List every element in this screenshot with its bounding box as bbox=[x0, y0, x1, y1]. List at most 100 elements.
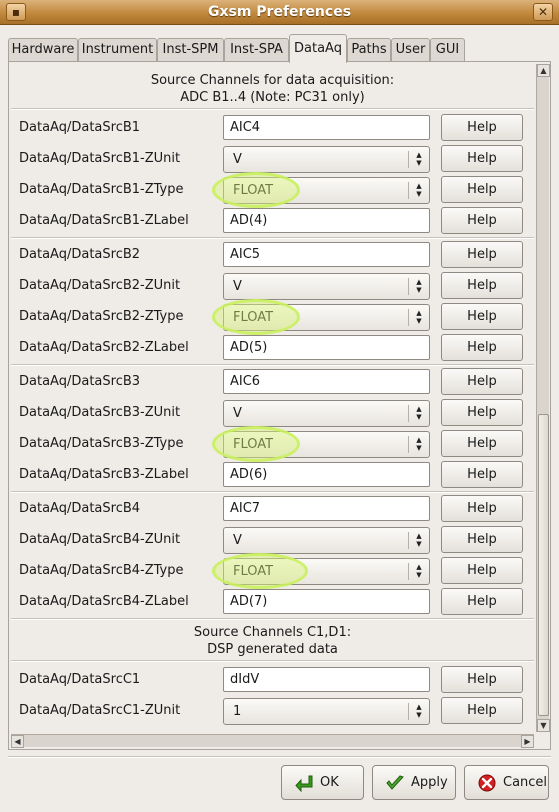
help-button[interactable]: Help bbox=[441, 207, 523, 234]
datasrcb1-ztype-combo[interactable]: FLOAT ▲ ▼ bbox=[223, 177, 430, 204]
updown-icon: ▲ ▼ bbox=[416, 703, 422, 719]
help-button[interactable]: Help bbox=[441, 526, 523, 553]
combo-value: FLOAT bbox=[233, 310, 274, 325]
dataaq-page: Source Channels for data acquisition: AD… bbox=[8, 61, 551, 750]
help-button[interactable]: Help bbox=[441, 241, 523, 268]
divider bbox=[408, 182, 409, 199]
help-button[interactable]: Help bbox=[441, 461, 523, 488]
pref-label: DataAq/DataSrcC1-ZUnit bbox=[19, 703, 181, 718]
divider bbox=[408, 563, 409, 580]
combo-value: V bbox=[233, 152, 242, 167]
tab-dataaq[interactable]: DataAq bbox=[289, 34, 347, 63]
help-button[interactable]: Help bbox=[441, 145, 523, 172]
datasrcb1-input[interactable]: AIC4 bbox=[223, 115, 430, 140]
datasrcb4-zlabel-input[interactable]: AD(7) bbox=[223, 589, 430, 614]
help-button[interactable]: Help bbox=[441, 666, 523, 693]
pref-label: DataAq/DataSrcB3-ZUnit bbox=[19, 405, 181, 420]
help-button[interactable]: Help bbox=[441, 495, 523, 522]
tab-user[interactable]: User bbox=[391, 38, 430, 62]
scroll-down-button[interactable]: ▼ bbox=[537, 719, 550, 732]
tab-inst-spm[interactable]: Inst-SPM bbox=[157, 38, 224, 62]
enter-arrow-icon bbox=[295, 775, 313, 792]
help-button[interactable]: Help bbox=[441, 399, 523, 426]
updown-icon: ▲ ▼ bbox=[416, 563, 422, 579]
help-button[interactable]: Help bbox=[441, 557, 523, 584]
pref-label: DataAq/DataSrcB2-ZLabel bbox=[19, 340, 189, 355]
scroll-left-button[interactable]: ◀ bbox=[11, 735, 24, 748]
arrow-down-icon: ▼ bbox=[540, 721, 547, 730]
datasrcb2-ztype-combo[interactable]: FLOAT ▲ ▼ bbox=[223, 304, 430, 331]
divider bbox=[408, 151, 409, 168]
pref-row-datasrcb1-ztype: DataAq/DataSrcB1-ZType FLOAT ▲ ▼ Help bbox=[11, 172, 534, 208]
cancel-button[interactable]: Cancel bbox=[464, 765, 549, 800]
updown-icon: ▲ ▼ bbox=[416, 182, 422, 198]
arrow-left-icon: ◀ bbox=[14, 737, 21, 746]
combo-value: FLOAT bbox=[233, 564, 274, 579]
pref-label: DataAq/DataSrcB1-ZType bbox=[19, 182, 184, 197]
help-button[interactable]: Help bbox=[441, 368, 523, 395]
tab-inst-spa[interactable]: Inst-SPA bbox=[224, 38, 289, 62]
help-button[interactable]: Help bbox=[441, 303, 523, 330]
divider bbox=[11, 618, 534, 620]
pref-label: DataAq/DataSrcB1 bbox=[19, 120, 141, 135]
arrow-right-icon: ▶ bbox=[524, 737, 531, 746]
updown-icon: ▲ ▼ bbox=[416, 436, 422, 452]
combo-value: V bbox=[233, 279, 242, 294]
divider bbox=[408, 532, 409, 549]
close-window-button[interactable]: ✕ bbox=[533, 3, 553, 21]
datasrcc1-zunit-combo[interactable]: 1 ▲ ▼ bbox=[223, 698, 430, 725]
datasrcb2-input[interactable]: AIC5 bbox=[223, 242, 430, 267]
pref-row-datasrcb1-zunit: DataAq/DataSrcB1-ZUnit V ▲ ▼ Help bbox=[11, 144, 534, 175]
datasrcb3-input[interactable]: AIC6 bbox=[223, 369, 430, 394]
ok-label: OK bbox=[320, 775, 339, 790]
help-button[interactable]: Help bbox=[441, 430, 523, 457]
pref-label: DataAq/DataSrcB2-ZType bbox=[19, 309, 184, 324]
datasrcb4-input[interactable]: AIC7 bbox=[223, 496, 430, 521]
tab-gui[interactable]: GUI bbox=[430, 38, 465, 62]
tab-hardware[interactable]: Hardware bbox=[8, 38, 78, 62]
updown-icon: ▲ ▼ bbox=[416, 405, 422, 421]
datasrcb2-zunit-combo[interactable]: V ▲ ▼ bbox=[223, 273, 430, 300]
datasrcb3-zunit-combo[interactable]: V ▲ ▼ bbox=[223, 400, 430, 427]
pref-row-datasrcb1-zlabel: DataAq/DataSrcB1-ZLabel AD(4) Help bbox=[11, 206, 534, 237]
section-header-line: Source Channels C1,D1: bbox=[193, 625, 352, 640]
pref-label: DataAq/DataSrcB1-ZLabel bbox=[19, 213, 189, 228]
help-button[interactable]: Help bbox=[441, 588, 523, 615]
pref-row-datasrcb2-zunit: DataAq/DataSrcB2-ZUnit V ▲ ▼ Help bbox=[11, 271, 534, 302]
vertical-scrollbar[interactable]: ▲ ▼ bbox=[536, 64, 550, 732]
scroll-thumb[interactable] bbox=[538, 414, 549, 716]
title-bar: ▪ Gxsm Preferences ✕ bbox=[0, 0, 559, 25]
arrow-up-icon: ▲ bbox=[540, 66, 547, 75]
help-button[interactable]: Help bbox=[441, 334, 523, 361]
tab-instrument[interactable]: Instrument bbox=[78, 38, 157, 62]
horizontal-scrollbar[interactable]: ◀ ▶ bbox=[11, 734, 534, 748]
combo-value: FLOAT bbox=[233, 437, 274, 452]
pref-label: DataAq/DataSrcB4 bbox=[19, 501, 141, 516]
scroll-right-button[interactable]: ▶ bbox=[521, 735, 534, 748]
pref-row-datasrcb3-ztype: DataAq/DataSrcB3-ZType FLOAT ▲ ▼ Help bbox=[11, 426, 534, 462]
datasrcb3-zlabel-input[interactable]: AD(6) bbox=[223, 462, 430, 487]
datasrcb3-ztype-combo[interactable]: FLOAT ▲ ▼ bbox=[223, 431, 430, 458]
scroll-up-button[interactable]: ▲ bbox=[537, 64, 550, 77]
pref-label: DataAq/DataSrcB4-ZUnit bbox=[19, 532, 181, 547]
ok-button[interactable]: OK bbox=[281, 765, 364, 800]
help-button[interactable]: Help bbox=[441, 272, 523, 299]
section-header-line: ADC B1..4 (Note: PC31 only) bbox=[180, 90, 365, 105]
divider bbox=[11, 108, 534, 110]
help-button[interactable]: Help bbox=[441, 697, 523, 724]
help-button[interactable]: Help bbox=[441, 176, 523, 203]
apply-button[interactable]: Apply bbox=[372, 765, 456, 800]
datasrcb2-zlabel-input[interactable]: AD(5) bbox=[223, 335, 430, 360]
datasrcc1-input[interactable]: dIdV bbox=[223, 667, 430, 692]
checkmark-icon bbox=[386, 775, 404, 790]
combo-value: V bbox=[233, 406, 242, 421]
help-button[interactable]: Help bbox=[441, 114, 523, 141]
pref-row-datasrcb1: DataAq/DataSrcB1 AIC4 Help bbox=[11, 113, 534, 144]
datasrcb4-ztype-combo[interactable]: FLOAT ▲ ▼ bbox=[223, 558, 430, 585]
pref-row-datasrcb4-zlabel: DataAq/DataSrcB4-ZLabel AD(7) Help bbox=[11, 587, 534, 618]
datasrcb1-zlabel-input[interactable]: AD(4) bbox=[223, 208, 430, 233]
datasrcb1-zunit-combo[interactable]: V ▲ ▼ bbox=[223, 146, 430, 173]
pref-row-datasrcb2: DataAq/DataSrcB2 AIC5 Help bbox=[11, 240, 534, 271]
datasrcb4-zunit-combo[interactable]: V ▲ ▼ bbox=[223, 527, 430, 554]
tab-paths[interactable]: Paths bbox=[347, 38, 391, 62]
